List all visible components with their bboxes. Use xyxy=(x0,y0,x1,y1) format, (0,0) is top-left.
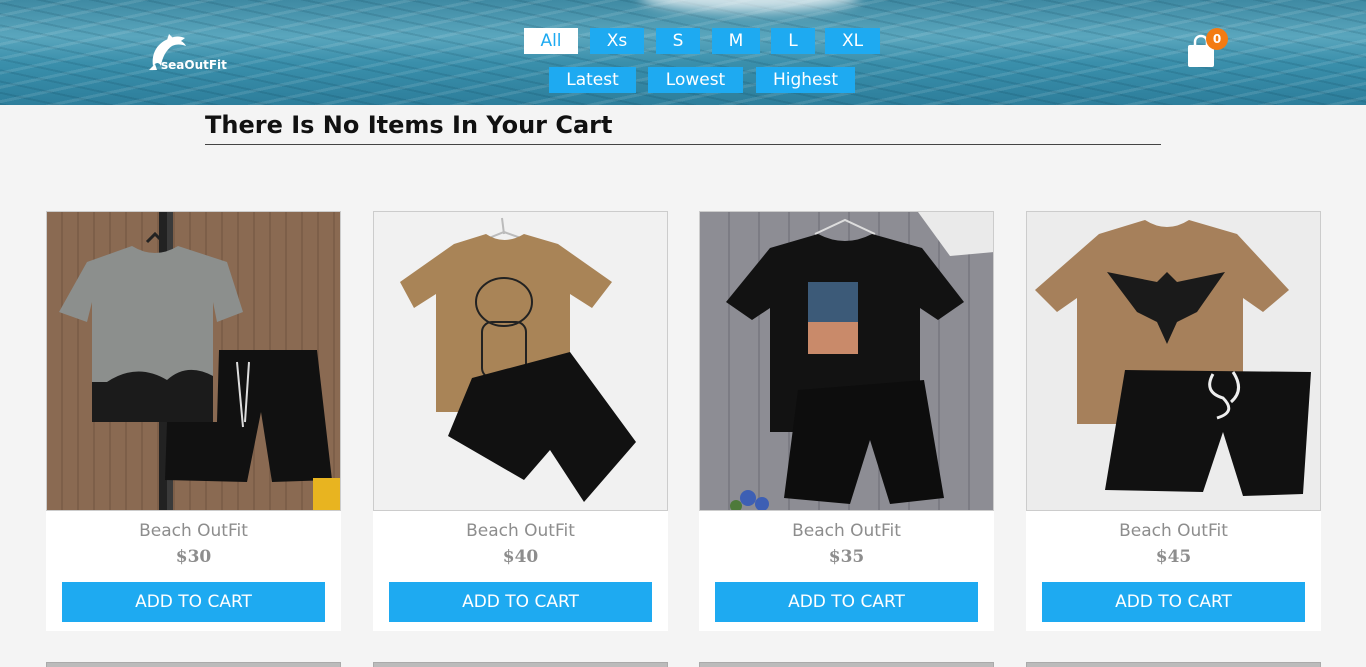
wave-foam xyxy=(640,0,860,12)
empty-cart-message: There Is No Items In Your Cart xyxy=(205,110,1161,145)
add-to-cart-button[interactable]: ADD TO CART xyxy=(715,582,978,622)
sort-highest-button[interactable]: Highest xyxy=(756,67,855,93)
product-price: $30 xyxy=(175,547,212,567)
product-name: Beach OutFit xyxy=(1119,521,1228,541)
sort-latest-button[interactable]: Latest xyxy=(549,67,636,93)
product-card: Beach OutFit $45 ADD TO CART xyxy=(1026,211,1321,631)
add-to-cart-button[interactable]: ADD TO CART xyxy=(1042,582,1305,622)
product-name: Beach OutFit xyxy=(139,521,248,541)
product-card: Beach OutFit $35 ADD TO CART xyxy=(699,211,994,631)
filter-size-xl[interactable]: XL xyxy=(825,28,880,54)
product-card-next-row xyxy=(699,662,994,667)
product-card-next-row xyxy=(373,662,668,667)
filter-size-s[interactable]: S xyxy=(656,28,700,54)
brand-logo[interactable]: seaOutFit xyxy=(145,32,235,74)
cart-count-badge: 0 xyxy=(1206,28,1228,50)
filter-size-m[interactable]: M xyxy=(712,28,760,54)
product-name: Beach OutFit xyxy=(466,521,575,541)
cart-button[interactable]: 0 xyxy=(1186,28,1230,72)
outfit-illustration xyxy=(59,212,340,510)
product-image[interactable] xyxy=(46,211,341,511)
filter-size-all[interactable]: All xyxy=(524,28,578,54)
product-card: Beach OutFit $30 ADD TO CART xyxy=(46,211,341,631)
outfit-illustration xyxy=(400,217,636,502)
outfit-illustration xyxy=(726,212,993,510)
product-price: $40 xyxy=(502,547,539,567)
product-card-next-row xyxy=(1026,662,1321,667)
outfit-illustration xyxy=(1035,220,1311,496)
product-image[interactable] xyxy=(1026,211,1321,511)
filter-size-xs[interactable]: Xs xyxy=(590,28,644,54)
product-image[interactable] xyxy=(699,211,994,511)
product-price: $45 xyxy=(1155,547,1192,567)
product-card: Beach OutFit $40 ADD TO CART xyxy=(373,211,668,631)
product-price: $35 xyxy=(828,547,865,567)
filter-size-l[interactable]: L xyxy=(771,28,815,54)
product-card-next-row xyxy=(46,662,341,667)
header-banner: seaOutFit All Xs S M L XL Latest Lowest … xyxy=(0,0,1366,105)
sort-lowest-button[interactable]: Lowest xyxy=(648,67,743,93)
add-to-cart-button[interactable]: ADD TO CART xyxy=(389,582,652,622)
product-name: Beach OutFit xyxy=(792,521,901,541)
add-to-cart-button[interactable]: ADD TO CART xyxy=(62,582,325,622)
product-image[interactable] xyxy=(373,211,668,511)
brand-name: seaOutFit xyxy=(161,58,227,72)
